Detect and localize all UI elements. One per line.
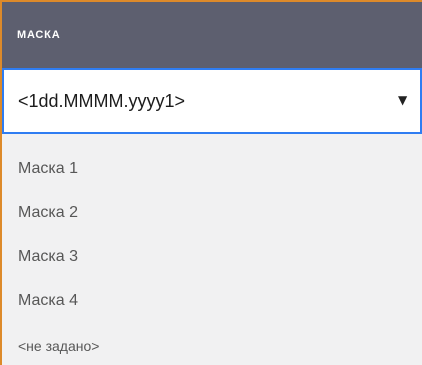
mask-option-4[interactable]: Маска 4 <box>18 292 78 310</box>
selected-mask-value: <1dd.MMMM.yyyy1> <box>18 91 186 111</box>
mask-option-3[interactable]: Маска 3 <box>18 248 78 266</box>
mask-select[interactable]: <1dd.MMMM.yyyy1> ▼ <box>2 68 422 134</box>
mask-option-none[interactable]: <не задано> <box>18 338 99 354</box>
mask-panel: МАСКА <1dd.MMMM.yyyy1> ▼ Маска 1 Маска 2… <box>0 0 422 365</box>
mask-header: МАСКА <box>2 0 422 68</box>
mask-options-list: Маска 1 Маска 2 Маска 3 Маска 4 <не зада… <box>2 134 422 365</box>
mask-option-2[interactable]: Маска 2 <box>18 204 78 222</box>
mask-option-1[interactable]: Маска 1 <box>18 160 78 178</box>
caret-down-icon[interactable]: ▼ <box>398 93 407 107</box>
header-title: МАСКА <box>17 29 61 41</box>
